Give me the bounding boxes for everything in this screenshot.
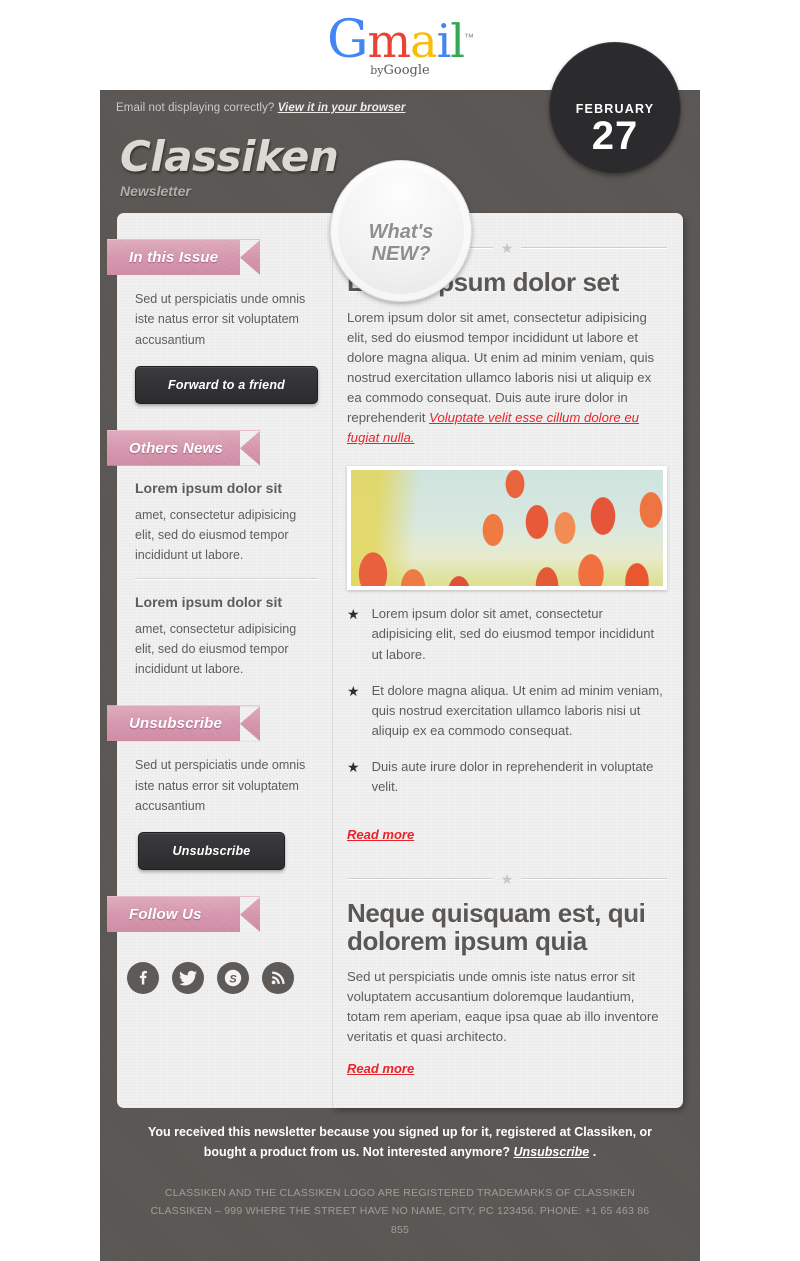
gmail-google-text: Google xyxy=(383,62,430,78)
main-content: ★ Lorem ipsum dolor set Lorem ipsum dolo… xyxy=(333,213,683,1108)
article: Neque quisquam est, qui dolorem ipsum qu… xyxy=(347,900,667,1078)
ribbon-label: In this Issue xyxy=(129,249,219,266)
star-ornament-icon: ★ xyxy=(500,871,514,888)
footer-legal: CLASSIKEN AND THE CLASSIKEN LOGO ARE REG… xyxy=(140,1184,660,1239)
list-item: ★ Duis aute irure dolor in reprehenderit… xyxy=(347,757,667,797)
footer-legal-line-2: CLASSIKEN – 999 WHERE THE STREET HAVE NO… xyxy=(150,1205,650,1236)
gmail-wordmark: Gmail™ xyxy=(327,13,474,68)
facebook-icon[interactable] xyxy=(127,962,159,994)
list-item: Lorem ipsum dolor sit amet, consectetur … xyxy=(135,594,318,680)
sidebar-ribbon-others-news: Others News xyxy=(107,429,260,466)
sidebar-ribbon-unsubscribe: Unsubscribe xyxy=(107,705,260,742)
footer-unsubscribe-link[interactable]: Unsubscribe xyxy=(514,1145,590,1159)
star-bullet-icon: ★ xyxy=(347,682,360,699)
gmail-logo-bar: Gmail™ byGoogle xyxy=(0,0,800,90)
gmail-logo: Gmail™ byGoogle xyxy=(327,13,474,78)
sidebar: In this Issue Sed ut perspiciatis unde o… xyxy=(107,213,333,1109)
list-item: ★ Lorem ipsum dolor sit amet, consectetu… xyxy=(347,604,667,664)
news-item-title: Lorem ipsum dolor sit xyxy=(135,479,283,496)
trademark-icon: ™ xyxy=(464,32,474,44)
article-body: Sed ut perspiciatis unde omnis iste natu… xyxy=(347,969,659,1045)
gmail-letter-a: a xyxy=(410,13,437,68)
divider-line-left xyxy=(347,878,493,881)
sidebar-text: Sed ut perspiciatis unde omnis iste natu… xyxy=(135,292,306,347)
article-bullet-list: ★ Lorem ipsum dolor sit amet, consectetu… xyxy=(347,604,667,797)
sidebar-ribbon-follow-us: Follow Us xyxy=(107,896,260,932)
article-body-text: Lorem ipsum dolor sit amet, consectetur … xyxy=(347,309,655,426)
top-note-text: Email not displaying correctly? xyxy=(116,102,275,114)
gmail-letter-l: l xyxy=(450,13,465,68)
sidebar-section-others-news: Lorem ipsum dolor sit amet, consectetur … xyxy=(117,480,332,680)
svg-text:S: S xyxy=(229,973,237,985)
twitter-icon[interactable] xyxy=(172,962,204,994)
section-divider: ★ xyxy=(347,872,667,886)
star-ornament-icon: ★ xyxy=(500,240,514,256)
star-bullet-icon: ★ xyxy=(347,759,360,776)
social-links: S xyxy=(117,946,332,994)
whats-new-badge: What's NEW? xyxy=(330,160,472,302)
gmail-letter-i: i xyxy=(436,13,452,68)
ribbon-label: Others News xyxy=(129,439,223,457)
view-in-browser-link[interactable]: View it in your browser xyxy=(278,102,406,114)
read-more-link[interactable]: Read more xyxy=(347,1061,414,1076)
list-item: ★ Et dolore magna aliqua. Ut enim ad min… xyxy=(347,681,667,741)
divider-line-right xyxy=(521,247,667,249)
ribbon-label: Unsubscribe xyxy=(129,715,223,733)
read-more-link[interactable]: Read more xyxy=(347,827,414,842)
whats-new-line1: What's xyxy=(368,220,434,243)
bullet-text: Et dolore magna aliqua. Ut enim ad minim… xyxy=(371,682,663,738)
footer: You received this newsletter because you… xyxy=(100,1103,700,1261)
divider xyxy=(135,577,318,580)
article: Lorem ipsum dolor set Lorem ipsum dolor … xyxy=(347,268,667,844)
newsletter-container: Email not displaying correctly? View it … xyxy=(100,42,700,1261)
gmail-letter-m: m xyxy=(367,13,412,68)
bullet-text: Lorem ipsum dolor sit amet, consectetur … xyxy=(371,606,655,662)
skype-icon[interactable]: S xyxy=(217,962,249,994)
article-title: Neque quisquam est, qui dolorem ipsum qu… xyxy=(347,898,646,957)
bullet-text: Duis aute irure dolor in reprehenderit i… xyxy=(371,759,654,795)
gmail-by-text: by xyxy=(370,63,384,77)
ribbon-label: Follow Us xyxy=(129,906,202,923)
forward-to-a-friend-button[interactable]: Forward to a friend xyxy=(135,365,318,404)
news-item-title: Lorem ipsum dolor sit xyxy=(135,593,283,610)
footer-text-post: . xyxy=(589,1144,597,1159)
divider-line-right xyxy=(521,878,667,881)
footer-legal-line-1: CLASSIKEN AND THE CLASSIKEN LOGO ARE REG… xyxy=(164,1186,636,1199)
rss-icon[interactable] xyxy=(262,962,294,994)
footer-main-text: You received this newsletter because you… xyxy=(140,1123,660,1162)
content-panels: In this Issue Sed ut perspiciatis unde o… xyxy=(107,213,683,1109)
news-item-text: amet, consectetur adipisicing elit, sed … xyxy=(135,621,297,677)
tulips-photo xyxy=(347,466,667,591)
unsubscribe-button[interactable]: Unsubscribe xyxy=(138,832,285,870)
list-item: Lorem ipsum dolor sit amet, consectetur … xyxy=(135,480,318,566)
gmail-letter-g: G xyxy=(326,9,369,70)
star-bullet-icon: ★ xyxy=(347,606,360,623)
whats-new-label: What's NEW? xyxy=(369,197,434,266)
sidebar-section-unsubscribe: Sed ut perspiciatis unde omnis iste natu… xyxy=(117,755,332,870)
article-body: Lorem ipsum dolor sit amet, consectetur … xyxy=(347,308,667,448)
sidebar-ribbon-in-this-issue: In this Issue xyxy=(107,239,260,275)
sidebar-section-in-this-issue: Sed ut perspiciatis unde omnis iste natu… xyxy=(117,289,332,404)
whats-new-line2: NEW? xyxy=(371,243,431,265)
news-item-text: amet, consectetur adipisicing elit, sed … xyxy=(135,507,297,563)
sidebar-text: Sed ut perspiciatis unde omnis iste natu… xyxy=(135,758,306,813)
